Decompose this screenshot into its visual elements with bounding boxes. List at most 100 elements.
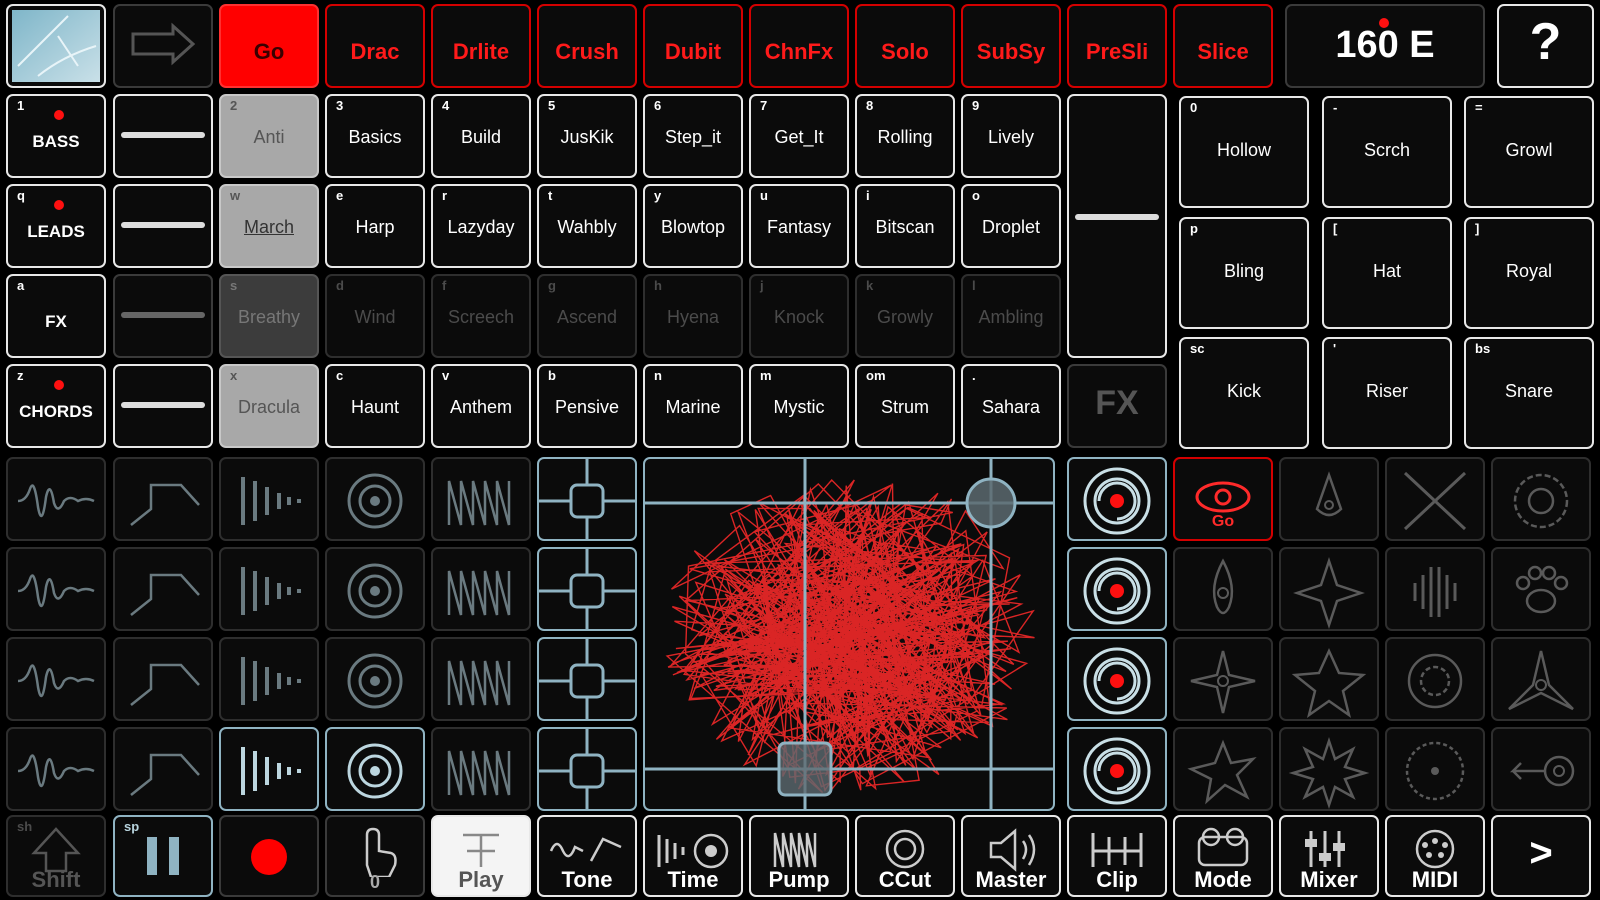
fader-handle[interactable] xyxy=(121,222,205,228)
waveform-fx-button[interactable] xyxy=(6,457,106,541)
preset-button[interactable]: SubSy xyxy=(961,4,1061,88)
fx-knob-button[interactable] xyxy=(1067,457,1167,541)
xy-pad[interactable] xyxy=(643,457,1055,811)
pattern-button[interactable]: d Wind xyxy=(325,274,425,358)
pattern-button[interactable]: l Ambling xyxy=(961,274,1061,358)
envelope-fx-button[interactable] xyxy=(113,637,213,721)
fx-slot-button[interactable] xyxy=(1279,457,1379,541)
album-thumbnail[interactable] xyxy=(6,4,106,88)
pattern-button[interactable]: y Blowtop xyxy=(643,184,743,268)
fx-slot-button[interactable] xyxy=(1173,727,1273,811)
pattern-button[interactable]: x Dracula xyxy=(219,364,319,448)
pattern-button[interactable]: 4 Build xyxy=(431,94,531,178)
one-shot-pad[interactable]: ] Royal xyxy=(1464,217,1594,329)
preset-button[interactable]: Drac xyxy=(325,4,425,88)
fx-fader[interactable] xyxy=(1067,94,1167,358)
fx-slot-button[interactable] xyxy=(1385,457,1485,541)
one-shot-pad[interactable]: [Hat xyxy=(1322,217,1452,329)
pause-button[interactable]: sp xyxy=(113,815,213,897)
ring-fx-button[interactable] xyxy=(325,547,425,631)
track-button-bass[interactable]: 1 BASS xyxy=(6,94,106,178)
pattern-button[interactable]: w March xyxy=(219,184,319,268)
pattern-button[interactable]: s Breathy xyxy=(219,274,319,358)
pattern-button[interactable]: e Harp xyxy=(325,184,425,268)
pattern-button[interactable]: 6 Step_it xyxy=(643,94,743,178)
pattern-button[interactable]: . Sahara xyxy=(961,364,1061,448)
play-button[interactable]: Play xyxy=(431,815,531,897)
envelope-fx-button[interactable] xyxy=(113,727,213,811)
fx-slot-button[interactable]: Go xyxy=(1173,457,1273,541)
track-button-leads[interactable]: q LEADS xyxy=(6,184,106,268)
pattern-button[interactable]: o Droplet xyxy=(961,184,1061,268)
pattern-button[interactable]: t Wahbly xyxy=(537,184,637,268)
xy-slot-button[interactable] xyxy=(537,637,637,721)
master-button[interactable]: Master xyxy=(961,815,1061,897)
fx-slot-button[interactable] xyxy=(1385,637,1485,721)
fx-slot-button[interactable] xyxy=(1173,637,1273,721)
fx-slot-button[interactable] xyxy=(1385,727,1485,811)
pattern-button[interactable]: om Strum xyxy=(855,364,955,448)
pattern-button[interactable]: u Fantasy xyxy=(749,184,849,268)
fx-slot-button[interactable] xyxy=(1491,727,1591,811)
fader-handle[interactable] xyxy=(121,402,205,408)
pump-button[interactable]: Pump xyxy=(749,815,849,897)
one-shot-pad[interactable]: bs Snare xyxy=(1464,337,1594,449)
fx-slot-button[interactable] xyxy=(1279,727,1379,811)
preset-button[interactable]: Solo xyxy=(855,4,955,88)
record-button[interactable] xyxy=(219,815,319,897)
xy-slot-button[interactable] xyxy=(537,547,637,631)
fader-handle[interactable] xyxy=(121,312,205,318)
pattern-button[interactable]: 8 Rolling xyxy=(855,94,955,178)
shift-button[interactable]: sh Shift xyxy=(6,815,106,897)
pattern-button[interactable]: h Hyena xyxy=(643,274,743,358)
envelope-fx-button[interactable] xyxy=(113,547,213,631)
pump-fx-button[interactable] xyxy=(431,547,531,631)
track-volume-fader[interactable] xyxy=(113,94,213,178)
fx-knob-button[interactable] xyxy=(1067,727,1167,811)
xy-slot-button[interactable] xyxy=(537,727,637,811)
fx-slot-button[interactable] xyxy=(1491,547,1591,631)
track-volume-fader[interactable] xyxy=(113,184,213,268)
fx-slot-button[interactable] xyxy=(1491,457,1591,541)
ring-fx-button[interactable] xyxy=(325,457,425,541)
track-button-chords[interactable]: z CHORDS xyxy=(6,364,106,448)
pattern-button[interactable]: g Ascend xyxy=(537,274,637,358)
pattern-button[interactable]: r Lazyday xyxy=(431,184,531,268)
preset-button[interactable]: Crush xyxy=(537,4,637,88)
time-button[interactable]: Time xyxy=(643,815,743,897)
loop-toggle-button[interactable] xyxy=(113,4,213,88)
track-volume-fader[interactable] xyxy=(113,274,213,358)
one-shot-pad[interactable]: 0 Hollow xyxy=(1179,96,1309,208)
mixer-button[interactable]: Mixer xyxy=(1279,815,1379,897)
tone-button[interactable]: Tone xyxy=(537,815,637,897)
mode-button[interactable]: Mode xyxy=(1173,815,1273,897)
fx-slot-button[interactable] xyxy=(1385,547,1485,631)
one-shot-pad[interactable]: = Growl xyxy=(1464,96,1594,208)
one-shot-pad[interactable]: ' Riser xyxy=(1322,337,1452,449)
fx-slot-button[interactable] xyxy=(1491,637,1591,721)
tempo-display[interactable]: 160 E xyxy=(1285,4,1485,88)
fx-slot-button[interactable] xyxy=(1173,547,1273,631)
pump-fx-button[interactable] xyxy=(431,637,531,721)
pattern-button[interactable]: 5 JusKik xyxy=(537,94,637,178)
pattern-button[interactable]: n Marine xyxy=(643,364,743,448)
pattern-button[interactable]: c Haunt xyxy=(325,364,425,448)
pattern-button[interactable]: i Bitscan xyxy=(855,184,955,268)
one-shot-pad[interactable]: sc Kick xyxy=(1179,337,1309,449)
envelope-fx-button[interactable] xyxy=(113,457,213,541)
preset-button[interactable]: PreSli xyxy=(1067,4,1167,88)
fx-knob-button[interactable] xyxy=(1067,547,1167,631)
help-button[interactable]: ? xyxy=(1497,4,1594,88)
pattern-button[interactable]: 9 Lively xyxy=(961,94,1061,178)
waveform-fx-button[interactable] xyxy=(6,547,106,631)
pattern-button[interactable]: b Pensive xyxy=(537,364,637,448)
fader-handle[interactable] xyxy=(1075,214,1159,220)
pattern-button[interactable]: 7 Get_It xyxy=(749,94,849,178)
pattern-button[interactable]: 2 Anti xyxy=(219,94,319,178)
pattern-button[interactable]: k Growly xyxy=(855,274,955,358)
one-shot-pad[interactable]: p Bling xyxy=(1179,217,1309,329)
ring-fx-button[interactable] xyxy=(325,727,425,811)
pattern-button[interactable]: 3 Basics xyxy=(325,94,425,178)
preset-go-button[interactable]: Go xyxy=(219,4,319,88)
preset-button[interactable]: ChnFx xyxy=(749,4,849,88)
